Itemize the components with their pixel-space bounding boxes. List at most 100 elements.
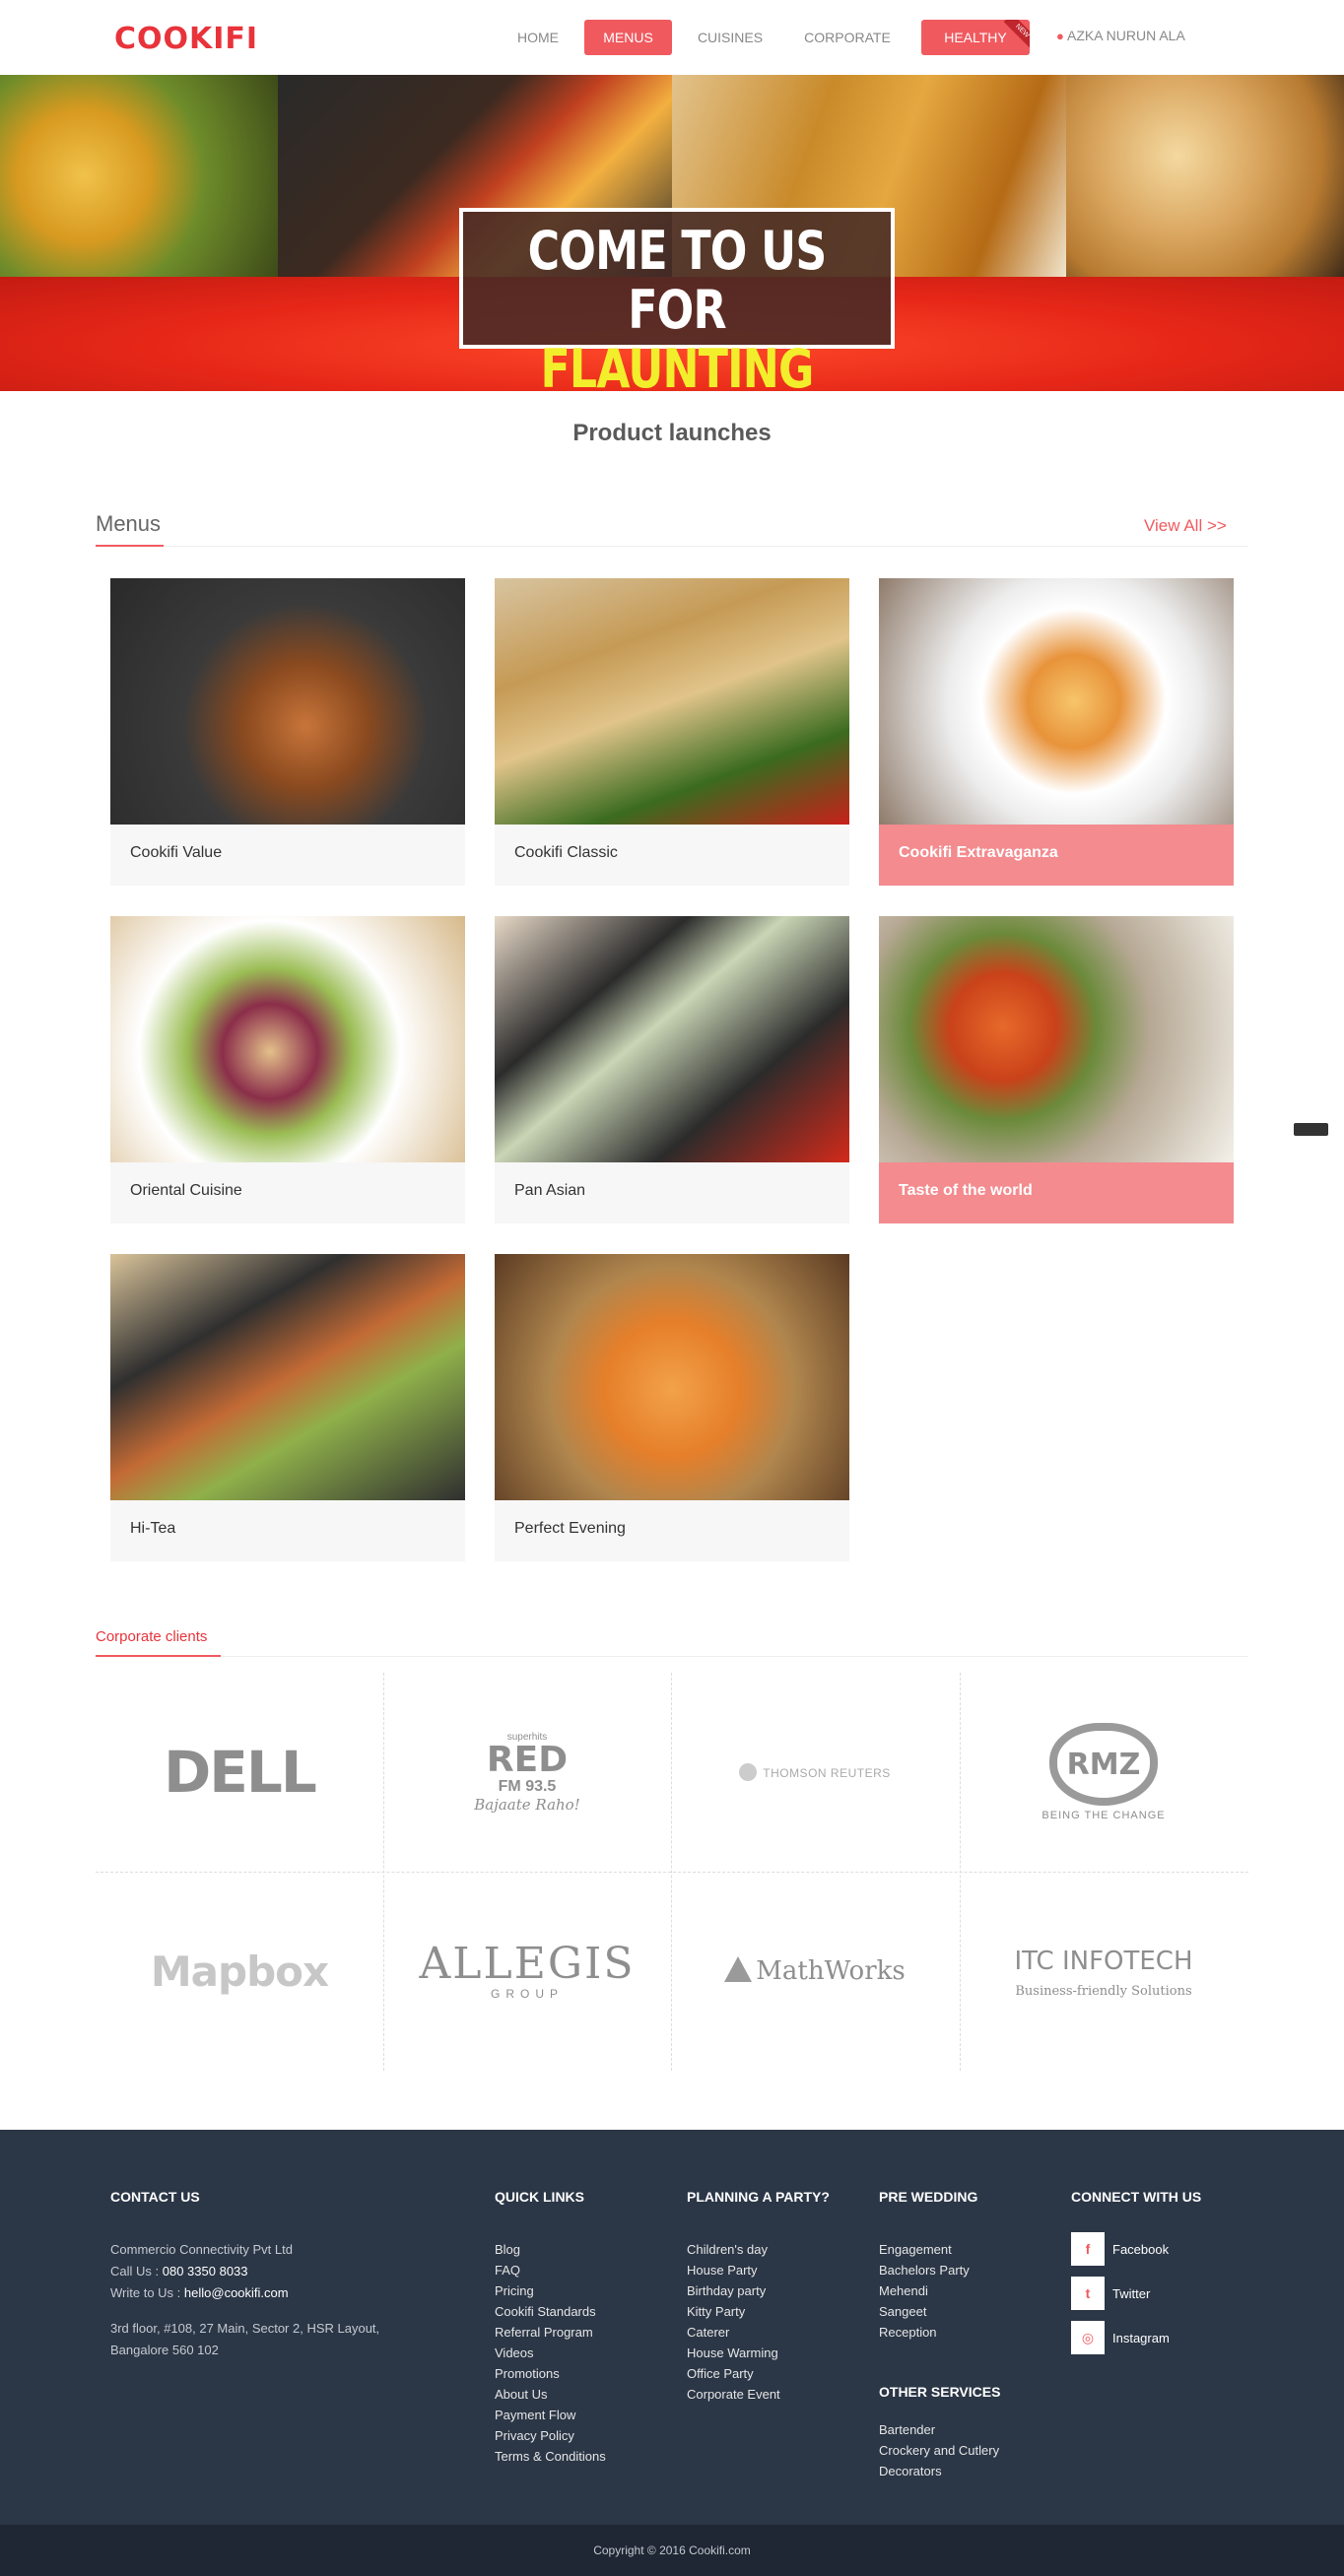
footer-link[interactable]: Children's day [687, 2239, 830, 2260]
footer-link[interactable]: Decorators [879, 2461, 1000, 2481]
hero-photo-cookies [1066, 75, 1344, 277]
corporate-clients-title: Corporate clients [96, 1628, 208, 1645]
menus-title-underline [96, 545, 164, 547]
footer-link[interactable]: Payment Flow [495, 2405, 606, 2425]
twitter-label: Twitter [1112, 2285, 1151, 2301]
footer-party-heading: PLANNING A PARTY? [687, 2189, 830, 2205]
footer-link[interactable]: Pricing [495, 2280, 606, 2301]
instagram-link[interactable]: ◎ Instagram [1071, 2321, 1201, 2354]
footer-other-services-heading: OTHER SERVICES [879, 2384, 1001, 2400]
menu-card-cookifi-extravaganza[interactable]: Cookifi Extravaganza [879, 578, 1234, 886]
corporate-title-underline [96, 1655, 221, 1657]
party-links-list: Children's day House Party Birthday part… [687, 2239, 830, 2405]
user-icon: ● [1056, 29, 1064, 43]
menu-card-cookifi-classic[interactable]: Cookifi Classic [495, 578, 849, 886]
hero-line-1: COME TO US FOR [527, 220, 828, 341]
nav-corporate[interactable]: CORPORATE [788, 20, 907, 55]
footer-link[interactable]: FAQ [495, 2260, 606, 2280]
corporate-divider [96, 1656, 1248, 1657]
nav-home[interactable]: HOME [503, 20, 573, 55]
footer-contact-heading: CONTACT US [110, 2189, 200, 2205]
footer-link[interactable]: Privacy Policy [495, 2425, 606, 2446]
user-menu[interactable]: ● AZKA NURUN ALA [1056, 28, 1185, 43]
footer-link[interactable]: House Warming [687, 2343, 830, 2363]
rmz-tagline: BEING THE CHANGE [1042, 1810, 1166, 1821]
nav-cuisines[interactable]: CUISINES [683, 20, 777, 55]
copyright-bar: Copyright © 2016 Cookifi.com [0, 2525, 1344, 2576]
menu-image [110, 1254, 465, 1500]
phone-number[interactable]: 080 3350 8033 [163, 2264, 248, 2279]
footer-link[interactable]: Promotions [495, 2363, 606, 2384]
view-all-link[interactable]: View All >> [1144, 516, 1227, 536]
hero-banner[interactable]: COME TO US FOR FLAUNTING HI-TEAS [0, 75, 1344, 391]
write-label: Write to Us : [110, 2285, 181, 2300]
footer-link[interactable]: Caterer [687, 2322, 830, 2343]
footer-link[interactable]: Referral Program [495, 2322, 606, 2343]
company-name: Commercio Connectivity Pvt Ltd [110, 2242, 293, 2257]
itc-infotech-wordmark: ITC INFOTECH [1014, 1946, 1193, 1976]
footer-link[interactable]: Bartender [879, 2419, 1000, 2440]
hero-line-2: FLAUNTING HI-TEAS [540, 338, 814, 392]
footer-link[interactable]: Reception [879, 2322, 1000, 2343]
menu-image [495, 578, 849, 825]
allegis-wordmark: ALLEGIS [419, 1939, 636, 1989]
menu-image [495, 1254, 849, 1500]
itc-infotech-tagline: Business-friendly Solutions [1015, 1983, 1192, 1999]
red-fm-main: RED [486, 1739, 569, 1780]
footer-link[interactable]: Bachelors Party [879, 2260, 1000, 2280]
menu-card-label: Cookifi Extravaganza [899, 844, 1058, 861]
client-logo-itc-infotech: ITC INFOTECH Business-friendly Solutions [960, 1872, 1247, 2071]
menus-divider [96, 546, 1248, 547]
facebook-link[interactable]: f Facebook [1071, 2232, 1201, 2266]
client-logo-mathworks: MathWorks [671, 1872, 959, 2071]
footer-link[interactable]: Engagement [879, 2239, 1000, 2260]
client-logo-thomson-reuters: THOMSON REUTERS [671, 1673, 959, 1872]
footer-link[interactable]: Crockery and Cutlery [879, 2440, 1000, 2461]
footer-link[interactable]: House Party [687, 2260, 830, 2280]
footer-link[interactable]: Mehendi [879, 2280, 1000, 2301]
menu-card-label: Cookifi Classic [514, 844, 618, 861]
footer-link[interactable]: Kitty Party [687, 2301, 830, 2322]
menu-image [110, 916, 465, 1162]
mapbox-wordmark: Mapbox [150, 1947, 329, 1996]
menu-card-label: Cookifi Value [130, 844, 223, 861]
rmz-shield-icon: RMZ [1049, 1723, 1158, 1806]
footer-quick-links-heading: QUICK LINKS [495, 2189, 584, 2205]
footer-link[interactable]: Corporate Event [687, 2384, 830, 2405]
twitter-icon: t [1071, 2277, 1105, 2310]
nav-healthy-label: HEALTHY [944, 30, 1007, 45]
footer-link[interactable]: Office Party [687, 2363, 830, 2384]
site-header: COOKIFI HOME MENUS CUISINES CORPORATE HE… [0, 0, 1344, 75]
menu-card-hi-tea[interactable]: Hi-Tea [110, 1254, 465, 1561]
footer-link[interactable]: Sangeet [879, 2301, 1000, 2322]
client-logo-red-fm: superhits RED FM 93.5 Bajaate Raho! [383, 1673, 671, 1872]
thomson-reuters-icon [739, 1763, 758, 1781]
menu-card-label: Hi-Tea [130, 1520, 176, 1537]
client-logo-mapbox: Mapbox [96, 1872, 383, 2071]
email-link[interactable]: hello@cookifi.com [184, 2285, 289, 2300]
menu-card-taste-of-the-world[interactable]: Taste of the world [879, 916, 1234, 1223]
footer-link[interactable]: Terms & Conditions [495, 2446, 606, 2467]
new-ribbon: NEW [1003, 20, 1030, 50]
thomson-reuters-wordmark: THOMSON REUTERS [763, 1766, 891, 1780]
footer-link[interactable]: Blog [495, 2239, 606, 2260]
nav-menus[interactable]: MENUS [584, 20, 672, 55]
nav-healthy[interactable]: HEALTHY NEW [921, 20, 1030, 55]
twitter-link[interactable]: t Twitter [1071, 2277, 1201, 2310]
dell-wordmark: DELL [164, 1739, 317, 1806]
rmz-wordmark: RMZ [1066, 1748, 1141, 1782]
menu-card-pan-asian[interactable]: Pan Asian [495, 916, 849, 1223]
footer-link[interactable]: Cookifi Standards [495, 2301, 606, 2322]
footer-link[interactable]: About Us [495, 2384, 606, 2405]
footer-link[interactable]: Videos [495, 2343, 606, 2363]
menu-image [879, 916, 1234, 1162]
instagram-label: Instagram [1112, 2330, 1170, 2345]
menu-card-cookifi-value[interactable]: Cookifi Value [110, 578, 465, 886]
footer-link[interactable]: Birthday party [687, 2280, 830, 2301]
pre-wedding-links-list: Engagement Bachelors Party Mehendi Sange… [879, 2239, 1000, 2343]
mathworks-peak-icon [724, 1956, 753, 1982]
cookifi-logo[interactable]: COOKIFI [114, 22, 258, 56]
floating-side-tab[interactable] [1294, 1123, 1328, 1136]
menu-card-perfect-evening[interactable]: Perfect Evening [495, 1254, 849, 1561]
menu-card-oriental-cuisine[interactable]: Oriental Cuisine [110, 916, 465, 1223]
